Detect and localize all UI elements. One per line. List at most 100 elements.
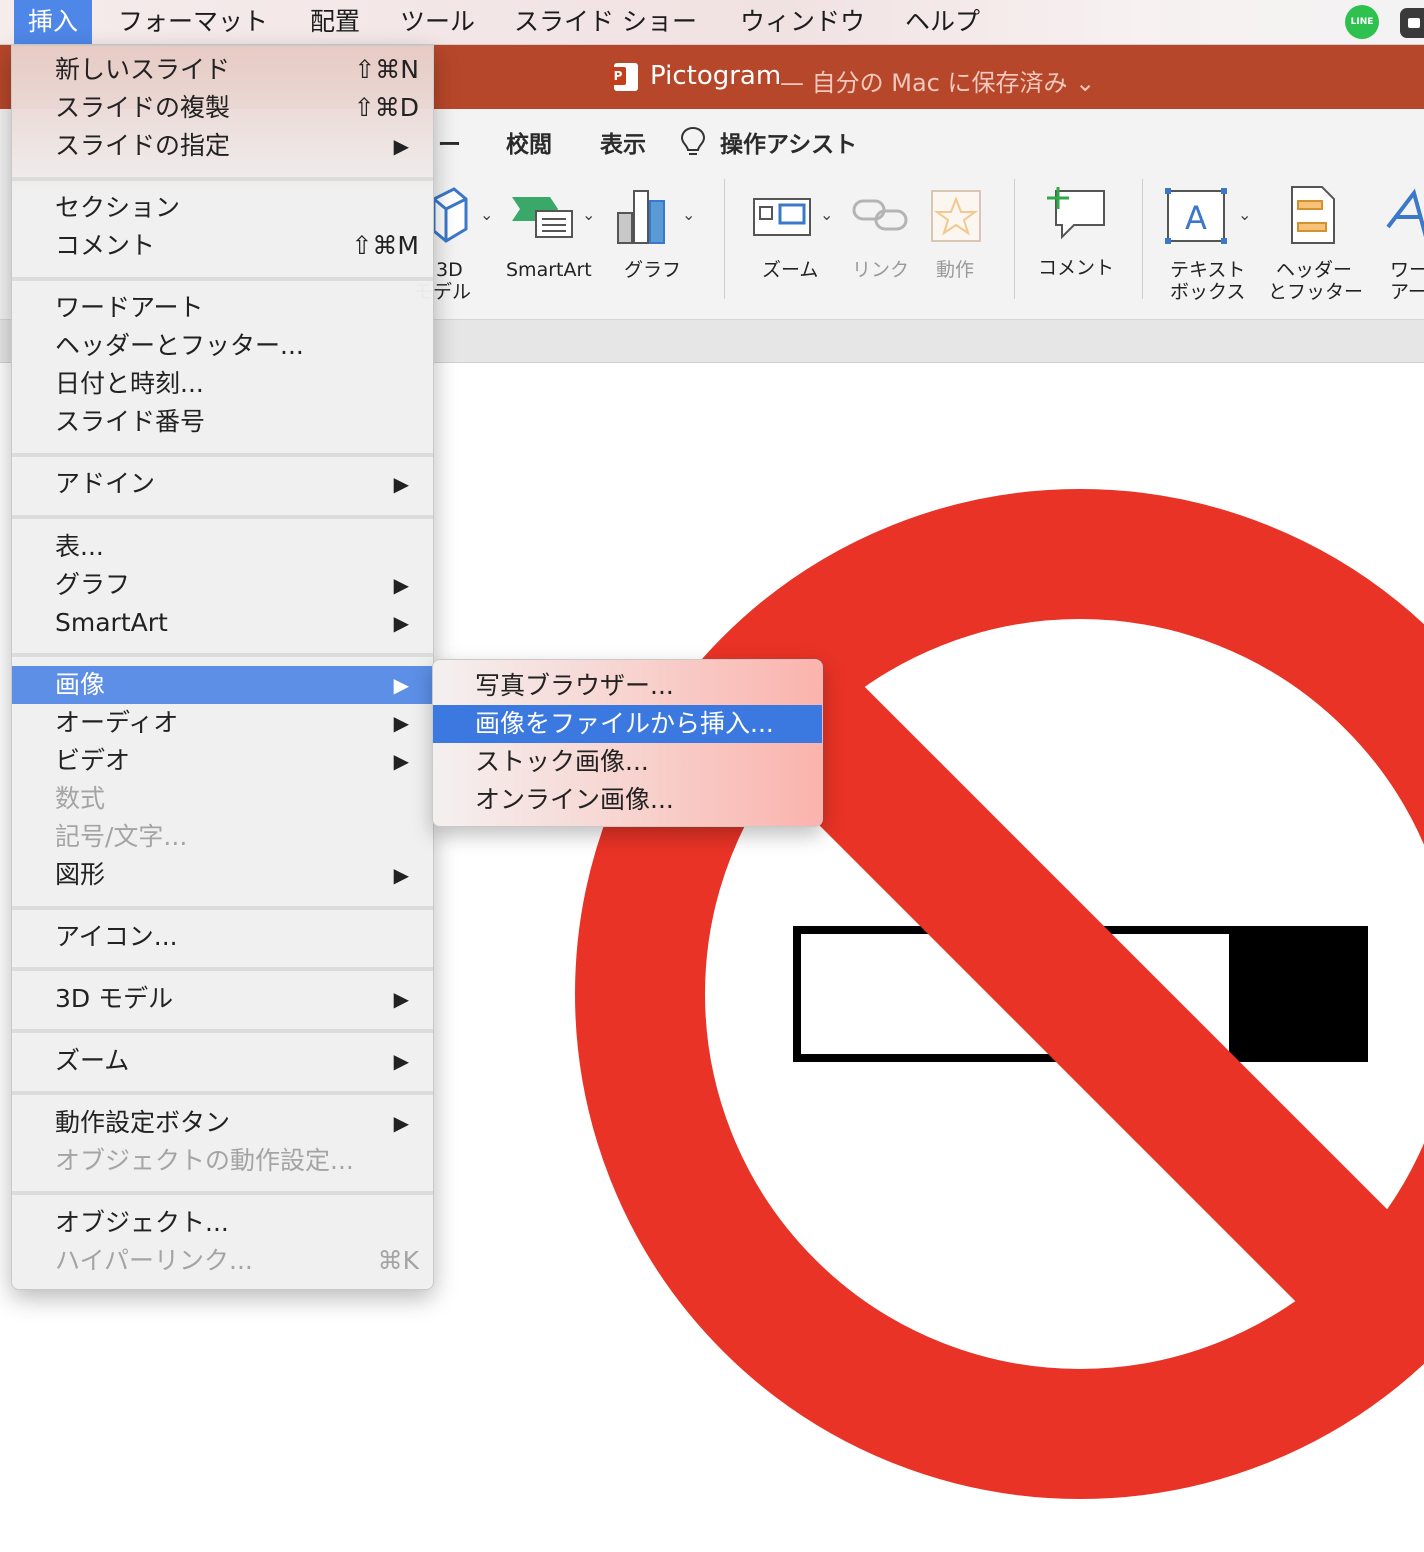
menu-item-label: オブジェクトの動作設定... xyxy=(55,1146,354,1175)
submenu-item-online-pictures[interactable]: オンライン画像... xyxy=(433,781,822,819)
graph-button[interactable]: ⌄ グラフ xyxy=(616,169,706,309)
menu-item-icons[interactable]: アイコン... xyxy=(12,918,433,956)
submenu-arrow-icon: ▶ xyxy=(393,711,409,735)
menu-separator xyxy=(12,515,433,519)
menu-item-date-time[interactable]: 日付と時刻... xyxy=(12,365,433,403)
menu-item-label: SmartArt xyxy=(55,608,168,637)
textbox-button[interactable]: A ⌄ テキスト ボックス xyxy=(1164,169,1254,309)
document-title: Pictogram xyxy=(650,61,782,91)
tab-review[interactable]: 校閲 xyxy=(506,125,552,159)
save-status[interactable]: — 自分の Mac に保存済み ⌄ xyxy=(780,63,1095,98)
menu-item-action-buttons[interactable]: 動作設定ボタン ▶ xyxy=(12,1104,433,1142)
shortcut-label: ⇧⌘M xyxy=(351,231,419,260)
bar-chart-icon xyxy=(617,190,665,244)
tab-tell-me[interactable]: 操作アシスト xyxy=(680,125,857,159)
menu-item-add-ins[interactable]: アドイン ▶ xyxy=(12,465,433,503)
link-button[interactable]: リンク xyxy=(850,169,914,309)
comment-button[interactable]: コメント xyxy=(1036,169,1120,309)
menu-item-duplicate-slide[interactable]: スライドの複製 ⇧⌘D xyxy=(12,89,433,127)
menu-item-label: ハイパーリンク... xyxy=(55,1246,253,1275)
menu-item-section[interactable]: セクション xyxy=(12,189,433,227)
tab-view[interactable]: 表示 xyxy=(600,125,646,159)
header-footer-label-1: ヘッダー xyxy=(1276,259,1353,281)
submenu-arrow-icon: ▶ xyxy=(393,1111,409,1135)
insert-menu: 新しいスライド ⇧⌘N スライドの複製 ⇧⌘D スライドの指定 ▶ セクション コメン… xyxy=(11,45,434,1290)
action-label: 動作 xyxy=(936,259,975,281)
menu-item-label: 数式 xyxy=(55,784,106,813)
menu-item-slide-number[interactable]: スライド番号 xyxy=(12,403,433,441)
shortcut-label: ⌘K xyxy=(377,1246,419,1275)
chevron-down-icon: ⌄ xyxy=(682,205,696,224)
menu-item-object[interactable]: オブジェクト... xyxy=(12,1204,433,1242)
menu-item-label: アドイン xyxy=(55,469,156,498)
wordart-label-1: ワー xyxy=(1390,259,1424,281)
header-footer-button[interactable]: ヘッダー とフッター xyxy=(1266,169,1366,309)
shortcut-label: ⇧⌘D xyxy=(353,93,419,122)
menubar-slideshow[interactable]: スライド ショー xyxy=(500,0,711,44)
menu-item-audio[interactable]: オーディオ ▶ xyxy=(12,704,433,742)
menu-item-video[interactable]: ビデオ ▶ xyxy=(12,742,433,780)
menu-separator xyxy=(12,906,433,910)
ribbon-separator xyxy=(724,179,725,299)
zoom-button[interactable]: ⌄ ズーム xyxy=(752,169,838,309)
smartart-button[interactable]: ⌄ SmartArt xyxy=(506,169,602,309)
menu-item-label: 画像 xyxy=(55,670,106,699)
menu-separator xyxy=(12,967,433,971)
graph-label: グラフ xyxy=(624,259,682,281)
submenu-arrow-icon: ▶ xyxy=(393,673,409,697)
zoom-slides-icon xyxy=(753,198,811,236)
menubar-window[interactable]: ウィンドウ xyxy=(726,0,879,44)
menu-item-comment[interactable]: コメント ⇧⌘M xyxy=(12,227,433,265)
menu-separator xyxy=(12,653,433,657)
3d-model-button[interactable]: ⌄ 3D モデル xyxy=(414,169,500,309)
menu-item-zoom[interactable]: ズーム ▶ xyxy=(12,1042,433,1080)
menu-item-hyperlink: ハイパーリンク... ⌘K xyxy=(12,1242,433,1280)
menu-item-chart[interactable]: グラフ ▶ xyxy=(12,566,433,604)
3d-cube-icon xyxy=(432,187,468,243)
menu-item-header-footer[interactable]: ヘッダーとフッター... xyxy=(12,327,433,365)
textbox-label-2: ボックス xyxy=(1170,281,1246,303)
zoom-label: ズーム xyxy=(762,259,819,281)
action-button[interactable]: 動作 xyxy=(926,169,986,309)
submenu-arrow-icon: ▶ xyxy=(393,1049,409,1073)
smartart-icon xyxy=(512,197,573,238)
menu-item-wordart[interactable]: ワードアート xyxy=(12,289,433,327)
menu-separator xyxy=(12,453,433,457)
submenu-item-picture-from-file[interactable]: 画像をファイルから挿入... xyxy=(433,705,822,743)
line-app-icon[interactable]: LINE xyxy=(1345,5,1379,39)
menu-item-shapes[interactable]: 図形 ▶ xyxy=(12,856,433,894)
submenu-item-stock-images[interactable]: ストック画像... xyxy=(433,743,822,781)
chevron-down-icon: ⌄ xyxy=(820,205,834,224)
tab-partial[interactable]: ー xyxy=(438,125,461,159)
textbox-label-1: テキスト xyxy=(1170,259,1246,281)
menubar-arrange[interactable]: 配置 xyxy=(296,0,374,44)
submenu-arrow-icon: ▶ xyxy=(393,749,409,773)
wordart-button[interactable]: ワー アー xyxy=(1384,169,1424,309)
submenu-arrow-icon: ▶ xyxy=(393,987,409,1011)
menubar-help[interactable]: ヘルプ xyxy=(891,0,994,44)
header-footer-icon xyxy=(1291,186,1335,244)
star-action-icon xyxy=(931,190,981,242)
link-label: リンク xyxy=(852,259,910,281)
submenu-item-photo-browser[interactable]: 写真ブラウザー... xyxy=(433,667,822,705)
menubar-tools[interactable]: ツール xyxy=(386,0,489,44)
menu-item-table[interactable]: 表... xyxy=(12,528,433,566)
ribbon-separator xyxy=(1014,179,1015,299)
menu-item-new-slide[interactable]: 新しいスライド ⇧⌘N xyxy=(12,51,433,89)
menu-item-symbol: 記号/文字... xyxy=(12,818,433,856)
menubar-format[interactable]: フォーマット xyxy=(104,0,282,44)
menu-item-picture[interactable]: 画像 ▶ xyxy=(12,666,433,704)
menu-item-smartart[interactable]: SmartArt ▶ xyxy=(12,604,433,642)
wordart-icon xyxy=(1386,188,1424,238)
menu-item-object-action: オブジェクトの動作設定... xyxy=(12,1142,433,1180)
zoom-app-icon[interactable] xyxy=(1400,8,1424,38)
menu-item-label: スライド番号 xyxy=(55,407,206,436)
menubar-insert[interactable]: 挿入 xyxy=(14,0,93,44)
menu-item-3d-models[interactable]: 3D モデル ▶ xyxy=(12,980,433,1018)
menu-item-equation: 数式 xyxy=(12,780,433,818)
textbox-icon: A xyxy=(1165,188,1227,244)
menu-item-label: グラフ xyxy=(55,570,131,599)
menu-item-reuse-slides[interactable]: スライドの指定 ▶ xyxy=(12,127,433,165)
menu-item-label: 記号/文字... xyxy=(55,822,188,851)
menu-item-label: スライドの指定 xyxy=(55,131,231,160)
